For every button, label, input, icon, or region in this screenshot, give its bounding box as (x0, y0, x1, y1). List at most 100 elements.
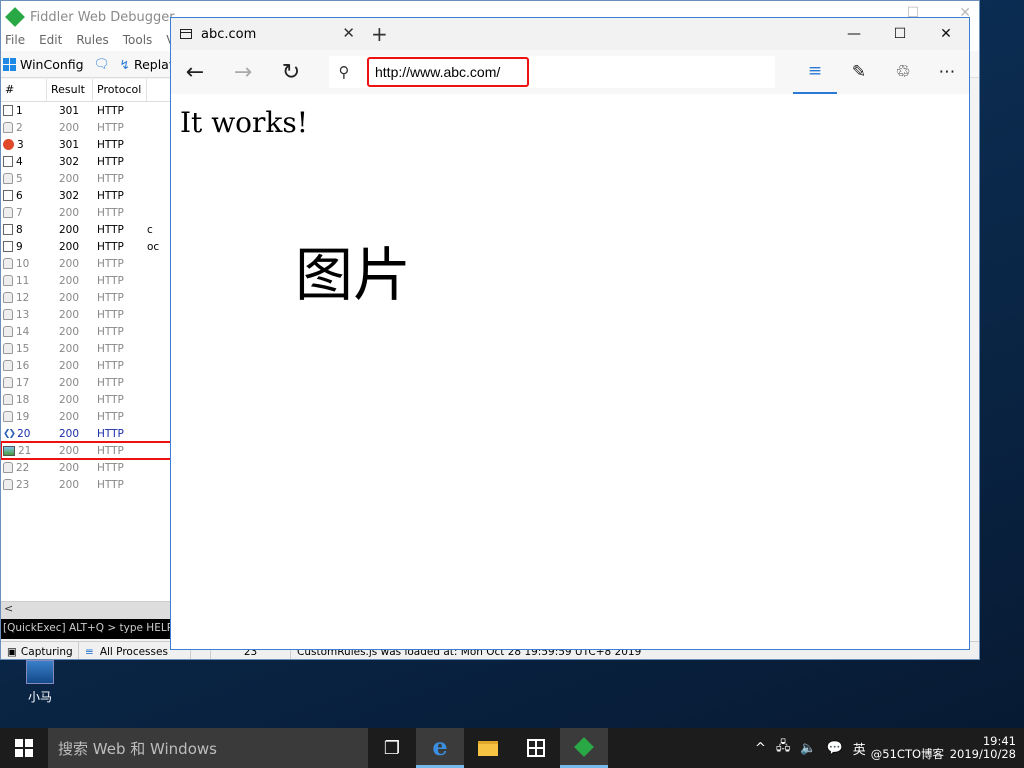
session-result: 200 (59, 376, 80, 389)
session-row[interactable]: 4 302 HTTP (1, 153, 171, 170)
taskbar-search[interactable]: 搜索 Web 和 Windows (48, 728, 368, 768)
network-icon[interactable]: 🖧 (771, 737, 796, 759)
processes-label: All Processes (99, 646, 168, 658)
desktop-shortcut[interactable]: 小马 (16, 660, 64, 705)
session-id: 1 (1, 105, 47, 117)
session-row[interactable]: ❮❯ 20 200 HTTP (1, 425, 171, 442)
horizontal-scrollbar[interactable]: < (1, 601, 171, 619)
search-icon: ⚲ (338, 63, 350, 81)
session-id: 19 (1, 411, 47, 423)
session-row[interactable]: 13 200 HTTP (1, 306, 171, 323)
session-protocol: HTTP (97, 359, 124, 372)
address-bar[interactable]: ⚲ (329, 56, 775, 88)
close-button[interactable]: ✕ (923, 18, 969, 50)
menu-rules[interactable]: Rules (76, 33, 108, 51)
menu-tools[interactable]: Tools (123, 33, 153, 51)
session-row[interactable]: 2 200 HTTP (1, 119, 171, 136)
task-view-button[interactable]: ❐ (368, 728, 416, 768)
edge-tab[interactable]: abc.com ✕ (171, 18, 363, 50)
session-id-text: 12 (16, 291, 30, 304)
session-row[interactable]: 14 200 HTTP (1, 323, 171, 340)
back-button[interactable]: ← (171, 50, 219, 94)
session-row[interactable]: 18 200 HTTP (1, 391, 171, 408)
page-image: 图片 (295, 241, 412, 309)
comment-button[interactable]: 🗨 (94, 56, 110, 72)
column-number[interactable]: # (1, 79, 47, 101)
scroll-left-arrow[interactable]: < (1, 602, 13, 615)
session-row[interactable]: 6 302 HTTP (1, 187, 171, 204)
session-protocol: HTTP (97, 308, 124, 321)
session-row[interactable]: 16 200 HTTP (1, 357, 171, 374)
session-id-text: 19 (16, 410, 30, 423)
web-note-button[interactable]: ✎ (837, 50, 881, 94)
task-view-icon: ❐ (383, 737, 401, 759)
session-row[interactable]: 23 200 HTTP (1, 476, 171, 493)
session-row[interactable]: 17 200 HTTP (1, 374, 171, 391)
column-protocol[interactable]: Protocol (93, 79, 147, 101)
session-result: 200 (59, 393, 80, 406)
session-id: 17 (1, 377, 47, 389)
start-button[interactable] (0, 728, 48, 768)
session-id-text: 5 (16, 172, 23, 185)
session-row[interactable]: 10 200 HTTP (1, 255, 171, 272)
url-input[interactable] (373, 63, 527, 81)
fiddler-logo-icon (5, 7, 25, 27)
session-row[interactable]: 11 200 HTTP (1, 272, 171, 289)
taskbar-fiddler[interactable] (560, 728, 608, 768)
sessions-header: # Result Protocol (1, 79, 171, 102)
session-result: 302 (59, 189, 80, 202)
menu-edit[interactable]: Edit (39, 33, 62, 51)
sessions-list: 1 301 HTTP 2 200 HTTP 3 301 HTTP 4 302 HTTP 5 200 HTTP… (1, 102, 172, 493)
session-row[interactable]: 3 301 HTTP (1, 136, 171, 153)
menu-file[interactable]: File (5, 33, 25, 51)
windows-start-icon (15, 739, 33, 757)
session-id-text: 7 (16, 206, 23, 219)
session-protocol: HTTP (97, 376, 124, 389)
more-button[interactable]: ⋯ (925, 50, 969, 94)
redirect-icon (3, 156, 13, 167)
replay-button[interactable]: ↯ Replay (119, 57, 176, 72)
minimize-button[interactable]: — (831, 18, 877, 50)
maximize-button[interactable]: ☐ (877, 18, 923, 50)
session-row[interactable]: 8 200 HTTP c (1, 221, 171, 238)
session-row[interactable]: 9 200 HTTP oc (1, 238, 171, 255)
session-id: 6 (1, 190, 47, 202)
winconfig-button[interactable]: WinConfig (3, 57, 84, 72)
session-id: 8 (1, 224, 47, 236)
ime-indicator[interactable]: 英 (848, 739, 871, 758)
comment-icon: 🗨 (93, 56, 110, 71)
session-row[interactable]: 5 200 HTTP (1, 170, 171, 187)
session-row[interactable]: 1 301 HTTP (1, 102, 171, 119)
session-row[interactable]: 22 200 HTTP (1, 459, 171, 476)
taskbar-edge[interactable]: e (416, 728, 464, 768)
volume-icon[interactable]: 🔈 (795, 741, 821, 756)
session-result: 200 (59, 172, 80, 185)
session-row[interactable]: 21 200 HTTP (1, 441, 172, 460)
session-id-text: 2 (16, 121, 23, 134)
lock-icon (3, 394, 13, 405)
session-row[interactable]: 19 200 HTTP (1, 408, 171, 425)
session-row[interactable]: 12 200 HTTP (1, 289, 171, 306)
session-id-text: 9 (16, 240, 23, 253)
quickexec-box[interactable]: [QuickExec] ALT+Q > type HELP... (1, 619, 171, 639)
filter-icon: ≡ (85, 646, 94, 658)
edge-tabbar: abc.com ✕ + — ☐ ✕ (171, 18, 969, 50)
notification-icon[interactable]: 💬 (822, 741, 848, 756)
session-row[interactable]: 15 200 HTTP (1, 340, 171, 357)
session-id: 4 (1, 156, 47, 168)
share-button[interactable]: ♲ (881, 50, 925, 94)
capturing-indicator[interactable]: ▣ Capturing (1, 642, 79, 659)
clock[interactable]: 19:41 @51CTO博客 2019/10/28 (871, 735, 1024, 761)
column-result[interactable]: Result (47, 79, 93, 101)
session-row[interactable]: 7 200 HTTP (1, 204, 171, 221)
new-tab-button[interactable]: + (371, 22, 388, 46)
taskbar-store[interactable] (512, 728, 560, 768)
refresh-button[interactable]: ↻ (267, 50, 315, 94)
session-id-text: 11 (16, 274, 30, 287)
taskbar-explorer[interactable] (464, 728, 512, 768)
tray-chevron-icon[interactable]: ^ (750, 741, 771, 756)
shortcut-icon (26, 660, 54, 684)
hub-button[interactable]: ≡ (793, 50, 837, 94)
tab-close-icon[interactable]: ✕ (342, 24, 355, 42)
forward-button[interactable]: → (219, 50, 267, 94)
